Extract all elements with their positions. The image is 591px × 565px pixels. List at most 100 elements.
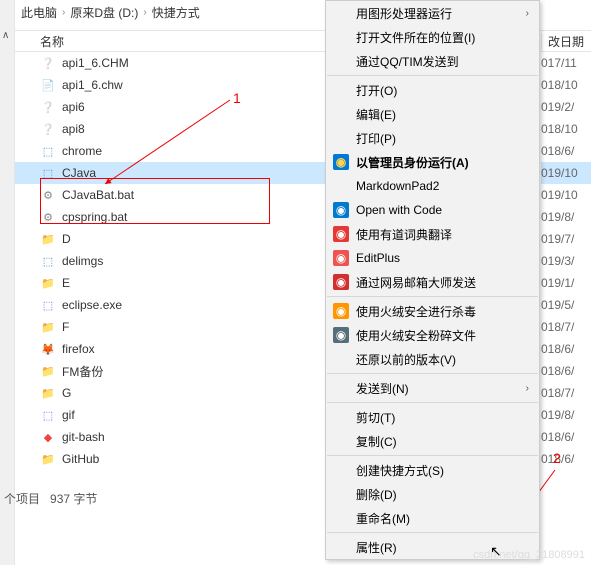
crumb-pc[interactable]: 此电脑 bbox=[21, 4, 57, 21]
file-icon: ❔ bbox=[40, 121, 56, 137]
menu-item[interactable]: ◉ 以管理员身份运行(A) bbox=[326, 150, 539, 174]
file-date: 019/7/ bbox=[541, 228, 591, 250]
menu-label: 属性(R) bbox=[356, 539, 397, 556]
menu-item[interactable]: 重命名(M) bbox=[326, 506, 539, 530]
file-row[interactable]: 📁F bbox=[15, 316, 325, 338]
chevron-right-icon: › bbox=[62, 7, 65, 18]
file-row[interactable]: 📁GitHub bbox=[15, 448, 325, 470]
menu-item[interactable]: ◉ Open with Code bbox=[326, 198, 539, 222]
menu-item[interactable]: ◉使用火绒安全粉碎文件 bbox=[326, 323, 539, 347]
menu-item[interactable]: 属性(R) bbox=[326, 535, 539, 559]
chevron-up-icon[interactable]: ∧ bbox=[2, 30, 9, 41]
menu-item[interactable]: 通过QQ/TIM发送到 bbox=[326, 49, 539, 73]
menu-item[interactable]: ◉ 使用火绒安全进行杀毒 bbox=[326, 299, 539, 323]
menu-item[interactable]: MarkdownPad2 bbox=[326, 174, 539, 198]
file-icon: ⬚ bbox=[40, 143, 56, 159]
file-date: 019/8/ bbox=[541, 404, 591, 426]
file-row[interactable]: 📁D bbox=[15, 228, 325, 250]
menu-item[interactable]: ◉EditPlus bbox=[326, 246, 539, 270]
file-name: delimgs bbox=[62, 254, 103, 268]
menu-item[interactable]: 打开文件所在的位置(I) bbox=[326, 25, 539, 49]
menu-label: 以管理员身份运行(A) bbox=[356, 154, 469, 171]
file-row[interactable]: ⬚ eclipse.exe bbox=[15, 294, 325, 316]
menu-separator bbox=[327, 75, 538, 76]
file-row[interactable]: ⬚chrome bbox=[15, 140, 325, 162]
file-row[interactable]: 📁FM备份 bbox=[15, 360, 325, 382]
menu-item[interactable]: 还原以前的版本(V) bbox=[326, 347, 539, 371]
menu-label: 打开(O) bbox=[356, 82, 397, 99]
file-row[interactable]: 🦊firefox bbox=[15, 338, 325, 360]
file-name: gif bbox=[62, 408, 75, 422]
file-date: 018/6/ bbox=[541, 338, 591, 360]
menu-item[interactable]: ◉通过网易邮箱大师发送 bbox=[326, 270, 539, 294]
file-date: 018/6/ bbox=[541, 360, 591, 382]
file-row[interactable]: ❔api8 bbox=[15, 118, 325, 140]
menu-item[interactable]: 发送到(N)› bbox=[326, 376, 539, 400]
file-name: GitHub bbox=[62, 452, 99, 466]
file-icon: 📁 bbox=[40, 385, 56, 401]
menu-item[interactable]: 创建快捷方式(S) bbox=[326, 458, 539, 482]
file-date: 019/10 bbox=[541, 162, 591, 184]
file-date: 019/3/ bbox=[541, 250, 591, 272]
context-menu[interactable]: 用图形处理器运行›打开文件所在的位置(I) 通过QQ/TIM发送到打开(O) 编辑(… bbox=[325, 0, 540, 560]
file-row[interactable]: ⚙ CJavaBat.bat bbox=[15, 184, 325, 206]
file-icon: ⬚ bbox=[40, 253, 56, 269]
menu-item[interactable]: 编辑(E) bbox=[326, 102, 539, 126]
file-date: 018/6/ bbox=[541, 426, 591, 448]
file-name: F bbox=[62, 320, 69, 334]
file-icon: ⬚ bbox=[40, 297, 56, 313]
file-name: eclipse.exe bbox=[62, 298, 122, 312]
file-row[interactable]: ❔api1_6.CHM bbox=[15, 52, 325, 74]
menu-separator bbox=[327, 532, 538, 533]
menu-item[interactable]: 打印(P) bbox=[326, 126, 539, 150]
vs-icon: ◉ bbox=[333, 202, 349, 218]
file-icon: ⚙ bbox=[40, 187, 56, 203]
file-name: api1_6.chw bbox=[62, 78, 123, 92]
file-date: 018/6/ bbox=[541, 140, 591, 162]
menu-label: 剪切(T) bbox=[356, 409, 395, 426]
file-row[interactable]: 📁G bbox=[15, 382, 325, 404]
menu-label: 使用有道词典翻译 bbox=[356, 226, 452, 243]
menu-label: Open with Code bbox=[356, 203, 442, 217]
col-date-header[interactable]: 改日期 bbox=[541, 33, 591, 50]
file-date: 019/1/ bbox=[541, 272, 591, 294]
file-row[interactable]: ⬚ delimgs bbox=[15, 250, 325, 272]
file-row[interactable]: ◆git-bash bbox=[15, 426, 325, 448]
file-row[interactable]: ⬚ gif bbox=[15, 404, 325, 426]
file-row[interactable]: 📄api1_6.chw bbox=[15, 74, 325, 96]
file-name: git-bash bbox=[62, 430, 105, 444]
file-name: CJavaBat.bat bbox=[62, 188, 134, 202]
crumb-drive[interactable]: 原来D盘 (D:) bbox=[70, 4, 138, 21]
chevron-right-icon: › bbox=[143, 7, 146, 18]
file-icon: 📁 bbox=[40, 231, 56, 247]
file-row[interactable]: ❔api6 bbox=[15, 96, 325, 118]
file-icon: ❔ bbox=[40, 99, 56, 115]
breadcrumb[interactable]: 此电脑 › 原来D盘 (D:) › 快捷方式 bbox=[15, 0, 200, 24]
shield-icon: ◉ bbox=[333, 154, 349, 170]
file-name: E bbox=[62, 276, 70, 290]
menu-label: 发送到(N) bbox=[356, 380, 409, 397]
file-row[interactable]: 📁E bbox=[15, 272, 325, 294]
chevron-right-icon: › bbox=[526, 8, 529, 19]
file-row[interactable]: ⚙cpspring.bat bbox=[15, 206, 325, 228]
menu-item[interactable]: 复制(C) bbox=[326, 429, 539, 453]
menu-label: 使用火绒安全进行杀毒 bbox=[356, 303, 476, 320]
file-icon: 📁 bbox=[40, 363, 56, 379]
file-date: 019/5/ bbox=[541, 294, 591, 316]
menu-separator bbox=[327, 373, 538, 374]
menu-item[interactable]: ◉使用有道词典翻译 bbox=[326, 222, 539, 246]
crumb-folder[interactable]: 快捷方式 bbox=[152, 4, 200, 21]
menu-item[interactable]: 剪切(T) bbox=[326, 405, 539, 429]
file-icon: 📁 bbox=[40, 319, 56, 335]
menu-item[interactable]: 用图形处理器运行› bbox=[326, 1, 539, 25]
hr-icon: ◉ bbox=[333, 303, 349, 319]
file-row[interactable]: ⬚CJava bbox=[15, 162, 325, 184]
menu-item[interactable]: 删除(D) bbox=[326, 482, 539, 506]
menu-item[interactable]: 打开(O) bbox=[326, 78, 539, 102]
menu-separator bbox=[327, 455, 538, 456]
file-date: 018/6/ bbox=[541, 448, 591, 470]
file-icon: ⬚ bbox=[40, 407, 56, 423]
file-date: 018/10 bbox=[541, 74, 591, 96]
menu-label: 打印(P) bbox=[356, 130, 396, 147]
menu-label: 通过QQ/TIM发送到 bbox=[356, 53, 459, 70]
